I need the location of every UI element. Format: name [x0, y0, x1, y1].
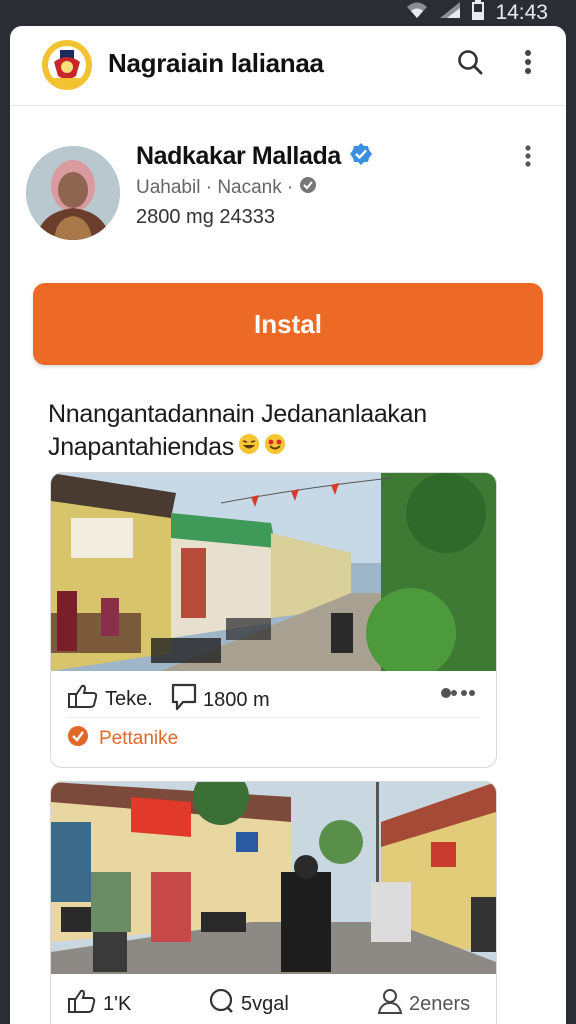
profile-header: Nadkakar Mallada: [136, 142, 373, 171]
post-tag[interactable]: Pettanike: [67, 725, 178, 753]
profile-subtitle: Uahabil · Nacank ·: [136, 176, 317, 200]
profile-more-button[interactable]: [508, 138, 548, 178]
caption-line-2: Jnapantahiendas: [48, 433, 234, 461]
post-caption: Nnangantadannain Jedananlaakan Jnapantah…: [48, 398, 528, 464]
wifi-icon: [405, 1, 429, 25]
check-circle-icon: [67, 725, 89, 753]
laughing-emoji-icon: [238, 431, 260, 464]
like-button[interactable]: Teke.: [67, 683, 153, 715]
post-tag-label: Pettanike: [99, 728, 179, 749]
post-card: 1'K 5vgal 2eners: [50, 781, 497, 1024]
share-icon: [377, 988, 403, 1020]
more-vert-icon: [524, 49, 532, 80]
battery-icon: [471, 0, 485, 27]
card-divider: [67, 717, 480, 718]
post-card: Teke. 1800 m Pettanike: [50, 472, 497, 768]
profile-name: Nadkakar Mallada: [136, 142, 341, 170]
post-photo[interactable]: [51, 473, 496, 678]
thumb-up-icon: [67, 988, 97, 1020]
clock: 14:43: [495, 1, 548, 24]
post-photo[interactable]: [51, 782, 496, 979]
comment-count: 1800 m: [203, 688, 270, 711]
share-count: 2eners: [409, 992, 471, 1015]
like-label: Teke.: [105, 687, 153, 710]
app-window: Nagraiain lalianaa Nadkakar Mallada Uaha…: [10, 26, 566, 1024]
search-button[interactable]: [450, 44, 490, 84]
comment-button[interactable]: 5vgal: [209, 988, 289, 1020]
more-horiz-icon: [439, 683, 477, 706]
post-more-button[interactable]: [439, 683, 477, 706]
comment-count: 5vgal: [241, 992, 289, 1015]
verified-small-icon: [299, 176, 317, 200]
share-button[interactable]: 2eners: [377, 988, 470, 1020]
search-icon: [456, 48, 484, 81]
status-bar: 14:43: [0, 0, 576, 26]
avatar[interactable]: [26, 146, 120, 240]
profile-subtitle-text: Uahabil · Nacank ·: [136, 177, 294, 198]
verified-icon: [349, 142, 373, 171]
app-title: Nagraiain lalianaa: [108, 48, 324, 78]
install-button[interactable]: Instal: [33, 283, 543, 365]
caption-line-1: Nnangantadannain Jedananlaakan: [48, 400, 427, 428]
app-bar: Nagraiain lalianaa: [10, 26, 566, 106]
overflow-menu-button[interactable]: [508, 44, 548, 84]
thumb-up-icon: [67, 683, 99, 715]
comment-icon: [171, 683, 197, 717]
app-logo: [40, 38, 94, 92]
like-count: 1'K: [103, 992, 132, 1015]
heart-eyes-emoji-icon: [264, 431, 286, 464]
comment-icon: [209, 988, 235, 1020]
profile-stats: 2800 mg 24333: [136, 206, 276, 228]
more-vert-icon: [524, 144, 532, 172]
signal-icon: [439, 1, 461, 25]
like-button[interactable]: 1'K: [67, 988, 131, 1020]
comment-button[interactable]: 1800 m: [171, 683, 270, 717]
